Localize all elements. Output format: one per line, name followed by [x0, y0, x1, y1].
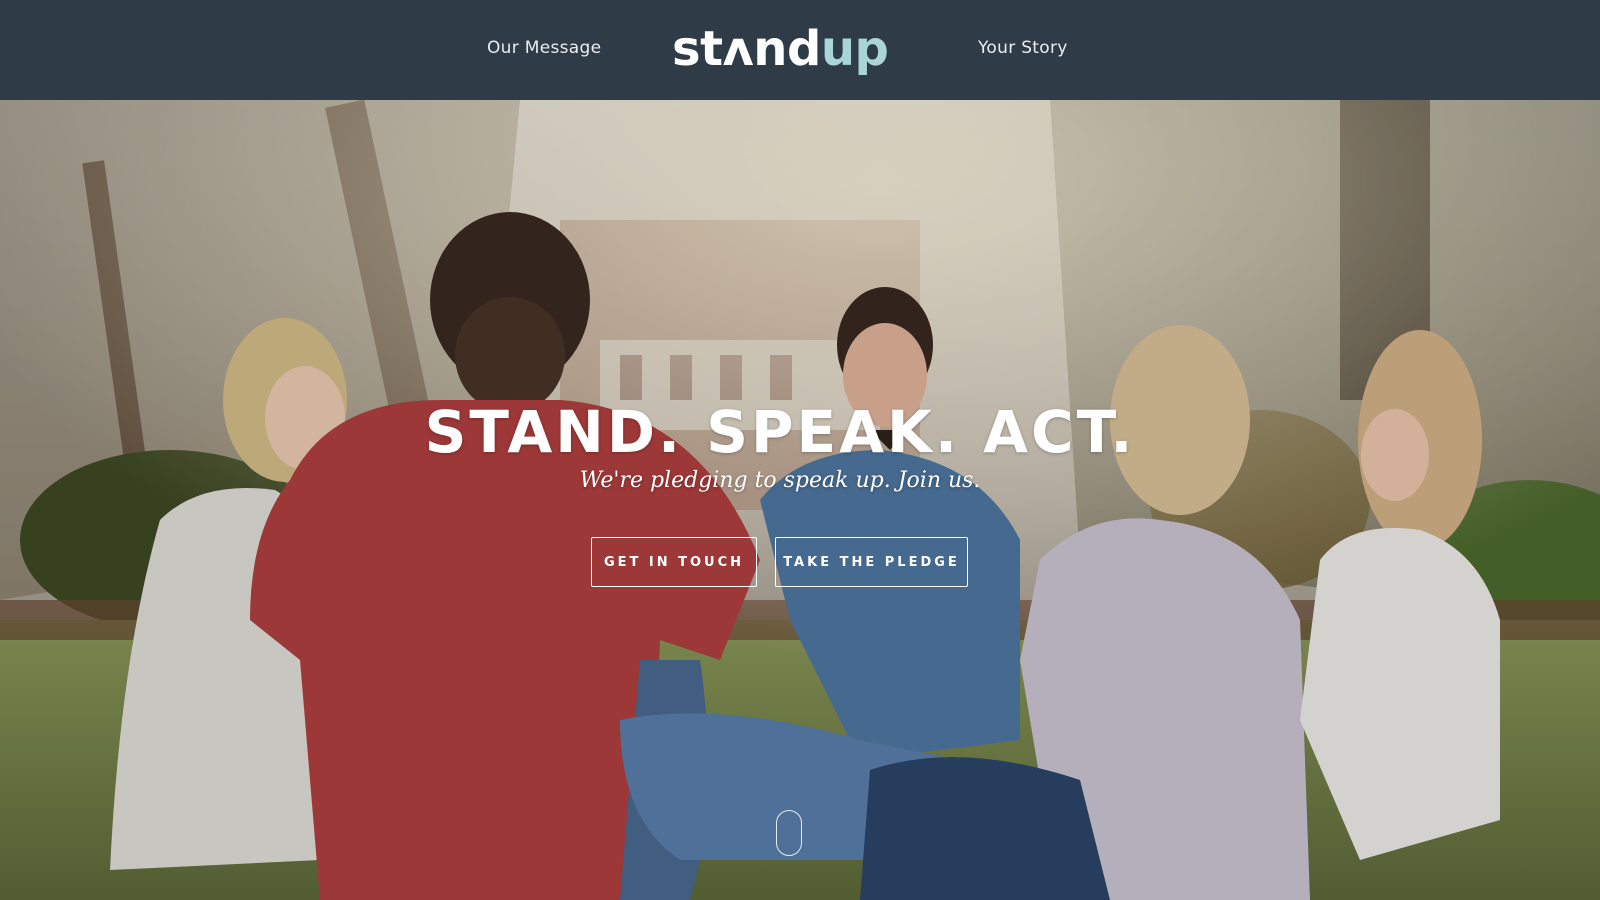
logo-text-up: up [820, 21, 889, 77]
page: Our Message stʌnd up Your Story STAND. S… [0, 0, 1600, 900]
hero-headline: STAND. SPEAK. ACT. [424, 398, 1136, 466]
hero-photo-illustration [0, 100, 1600, 900]
get-in-touch-button[interactable]: GET IN TOUCH [591, 537, 757, 587]
take-the-pledge-button[interactable]: TAKE THE PLEDGE [775, 537, 968, 587]
nav-link-your-story[interactable]: Your Story [978, 38, 1068, 58]
site-logo[interactable]: stʌnd up [672, 16, 889, 82]
top-navbar: Our Message stʌnd up Your Story [0, 0, 1600, 100]
hero-background-photo [0, 100, 1600, 900]
mouse-scroll-icon[interactable] [776, 810, 802, 856]
hero-subheadline: We're pledging to speak up. Join us. [579, 468, 981, 493]
nav-link-our-message[interactable]: Our Message [487, 38, 601, 58]
logo-text-stand: stʌnd [672, 21, 821, 77]
